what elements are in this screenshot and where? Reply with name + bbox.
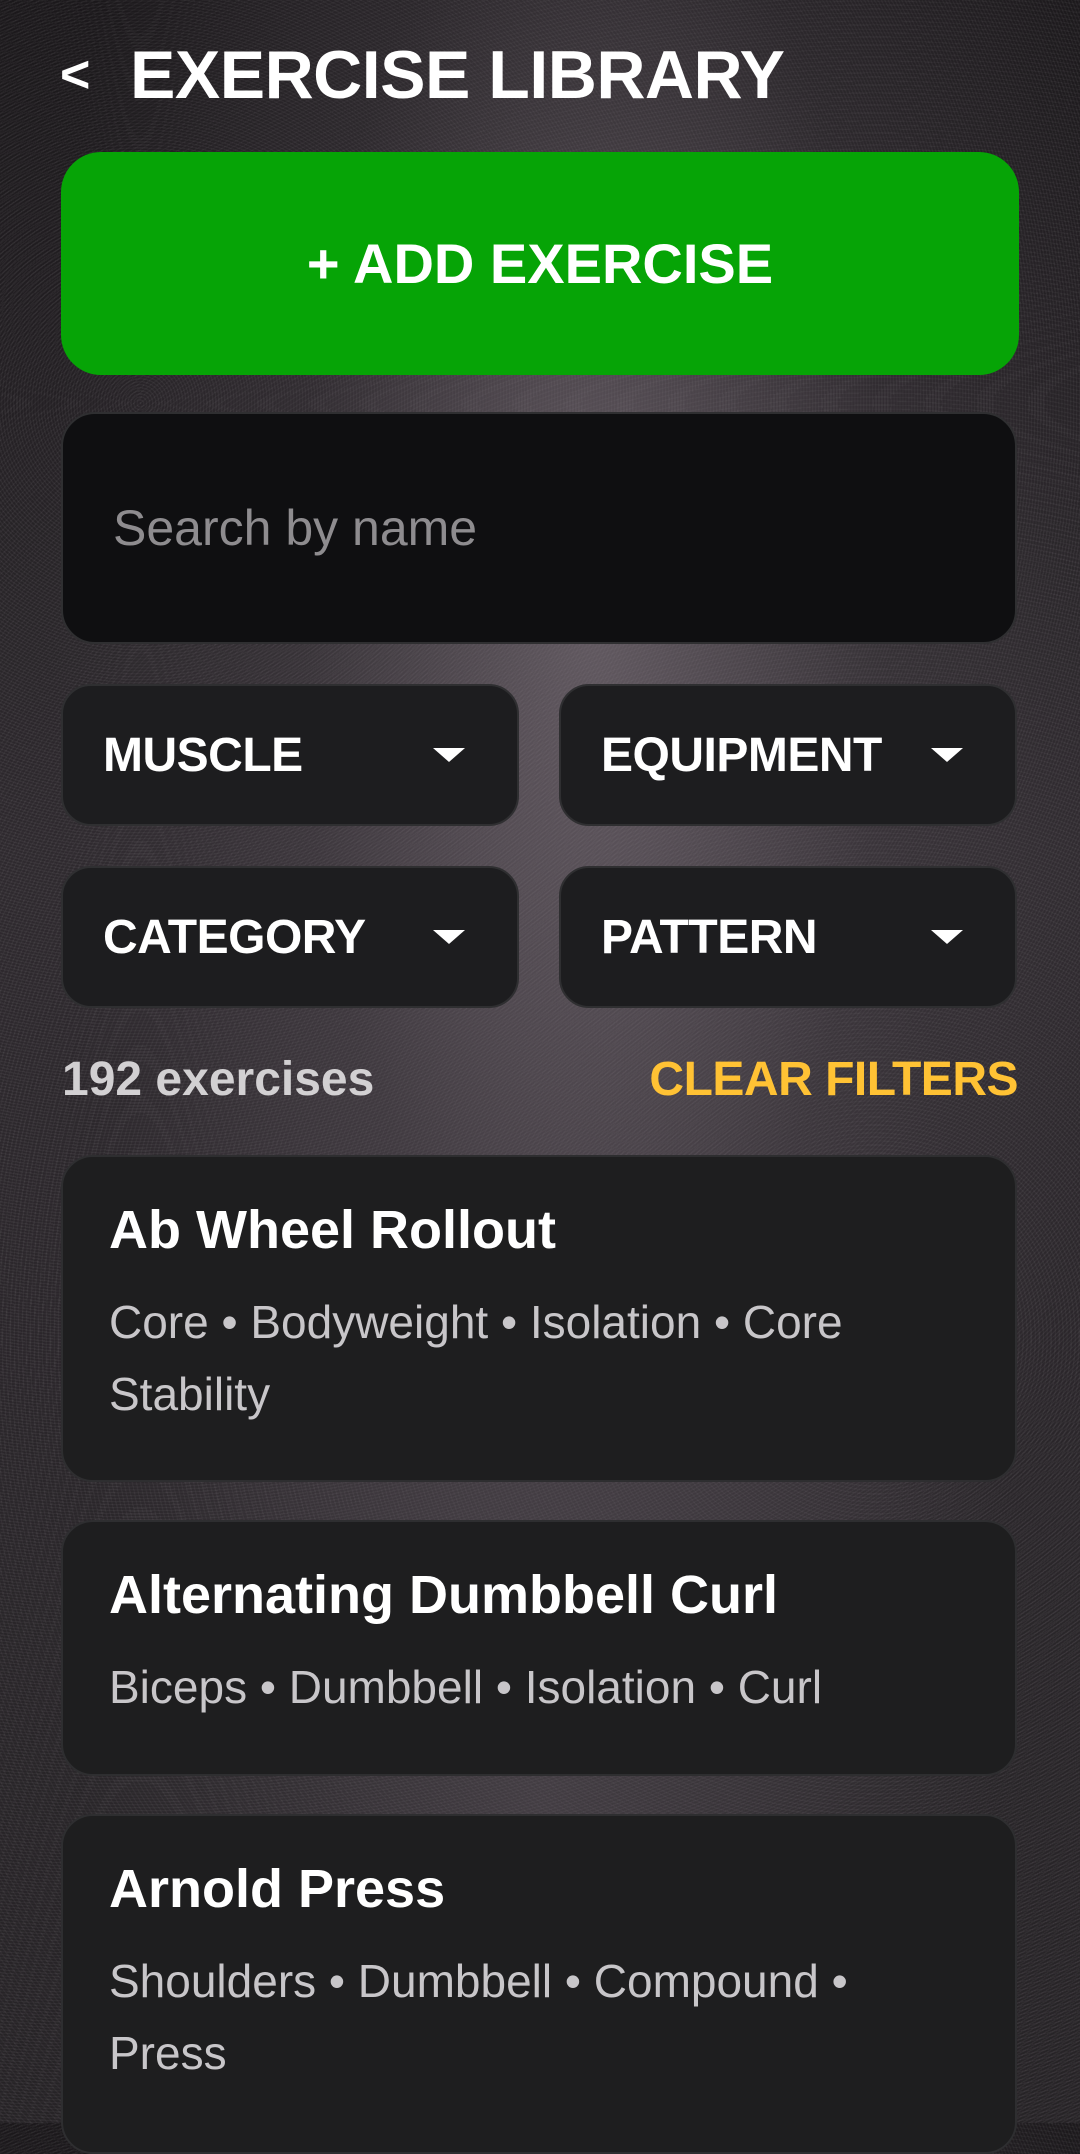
chevron-down-icon xyxy=(433,930,465,944)
filter-label: EQUIPMENT xyxy=(601,728,882,782)
pattern-filter-dropdown[interactable]: PATTERN xyxy=(559,866,1017,1008)
exercise-count: 192 exercises xyxy=(62,1053,375,1106)
exercise-meta: Core • Bodyweight • Isolation • Core Sta… xyxy=(109,1296,843,1421)
back-button[interactable]: < xyxy=(60,49,116,101)
exercise-card[interactable]: Arnold Press Shoulders • Dumbbell • Comp… xyxy=(61,1814,1017,2154)
chevron-down-icon xyxy=(433,748,465,762)
exercise-name: Alternating Dumbbell Curl xyxy=(109,1565,779,1625)
equipment-filter-dropdown[interactable]: EQUIPMENT xyxy=(559,684,1017,826)
chevron-down-icon xyxy=(931,748,963,762)
exercise-meta: Shoulders • Dumbbell • Compound • Press xyxy=(109,1955,848,2080)
filter-label: CATEGORY xyxy=(103,910,366,964)
exercise-card[interactable]: Alternating Dumbbell Curl Biceps • Dumbb… xyxy=(61,1520,1017,1776)
page-title: EXERCISE LIBRARY xyxy=(130,37,785,113)
search-box[interactable] xyxy=(61,412,1017,644)
header: < EXERCISE LIBRARY xyxy=(60,30,785,120)
exercise-card[interactable]: Ab Wheel Rollout Core • Bodyweight • Iso… xyxy=(61,1155,1017,1482)
search-input[interactable] xyxy=(111,498,975,558)
chevron-down-icon xyxy=(931,930,963,944)
category-filter-dropdown[interactable]: CATEGORY xyxy=(61,866,519,1008)
filter-label: PATTERN xyxy=(601,910,818,964)
exercise-meta: Biceps • Dumbbell • Isolation • Curl xyxy=(109,1661,823,1714)
add-exercise-button[interactable]: + ADD EXERCISE xyxy=(61,152,1019,375)
exercise-name: Arnold Press xyxy=(109,1859,446,1919)
clear-filters-button[interactable]: CLEAR FILTERS xyxy=(649,1052,1018,1107)
muscle-filter-dropdown[interactable]: MUSCLE xyxy=(61,684,519,826)
filter-label: MUSCLE xyxy=(103,728,303,782)
exercise-name: Ab Wheel Rollout xyxy=(109,1200,556,1260)
